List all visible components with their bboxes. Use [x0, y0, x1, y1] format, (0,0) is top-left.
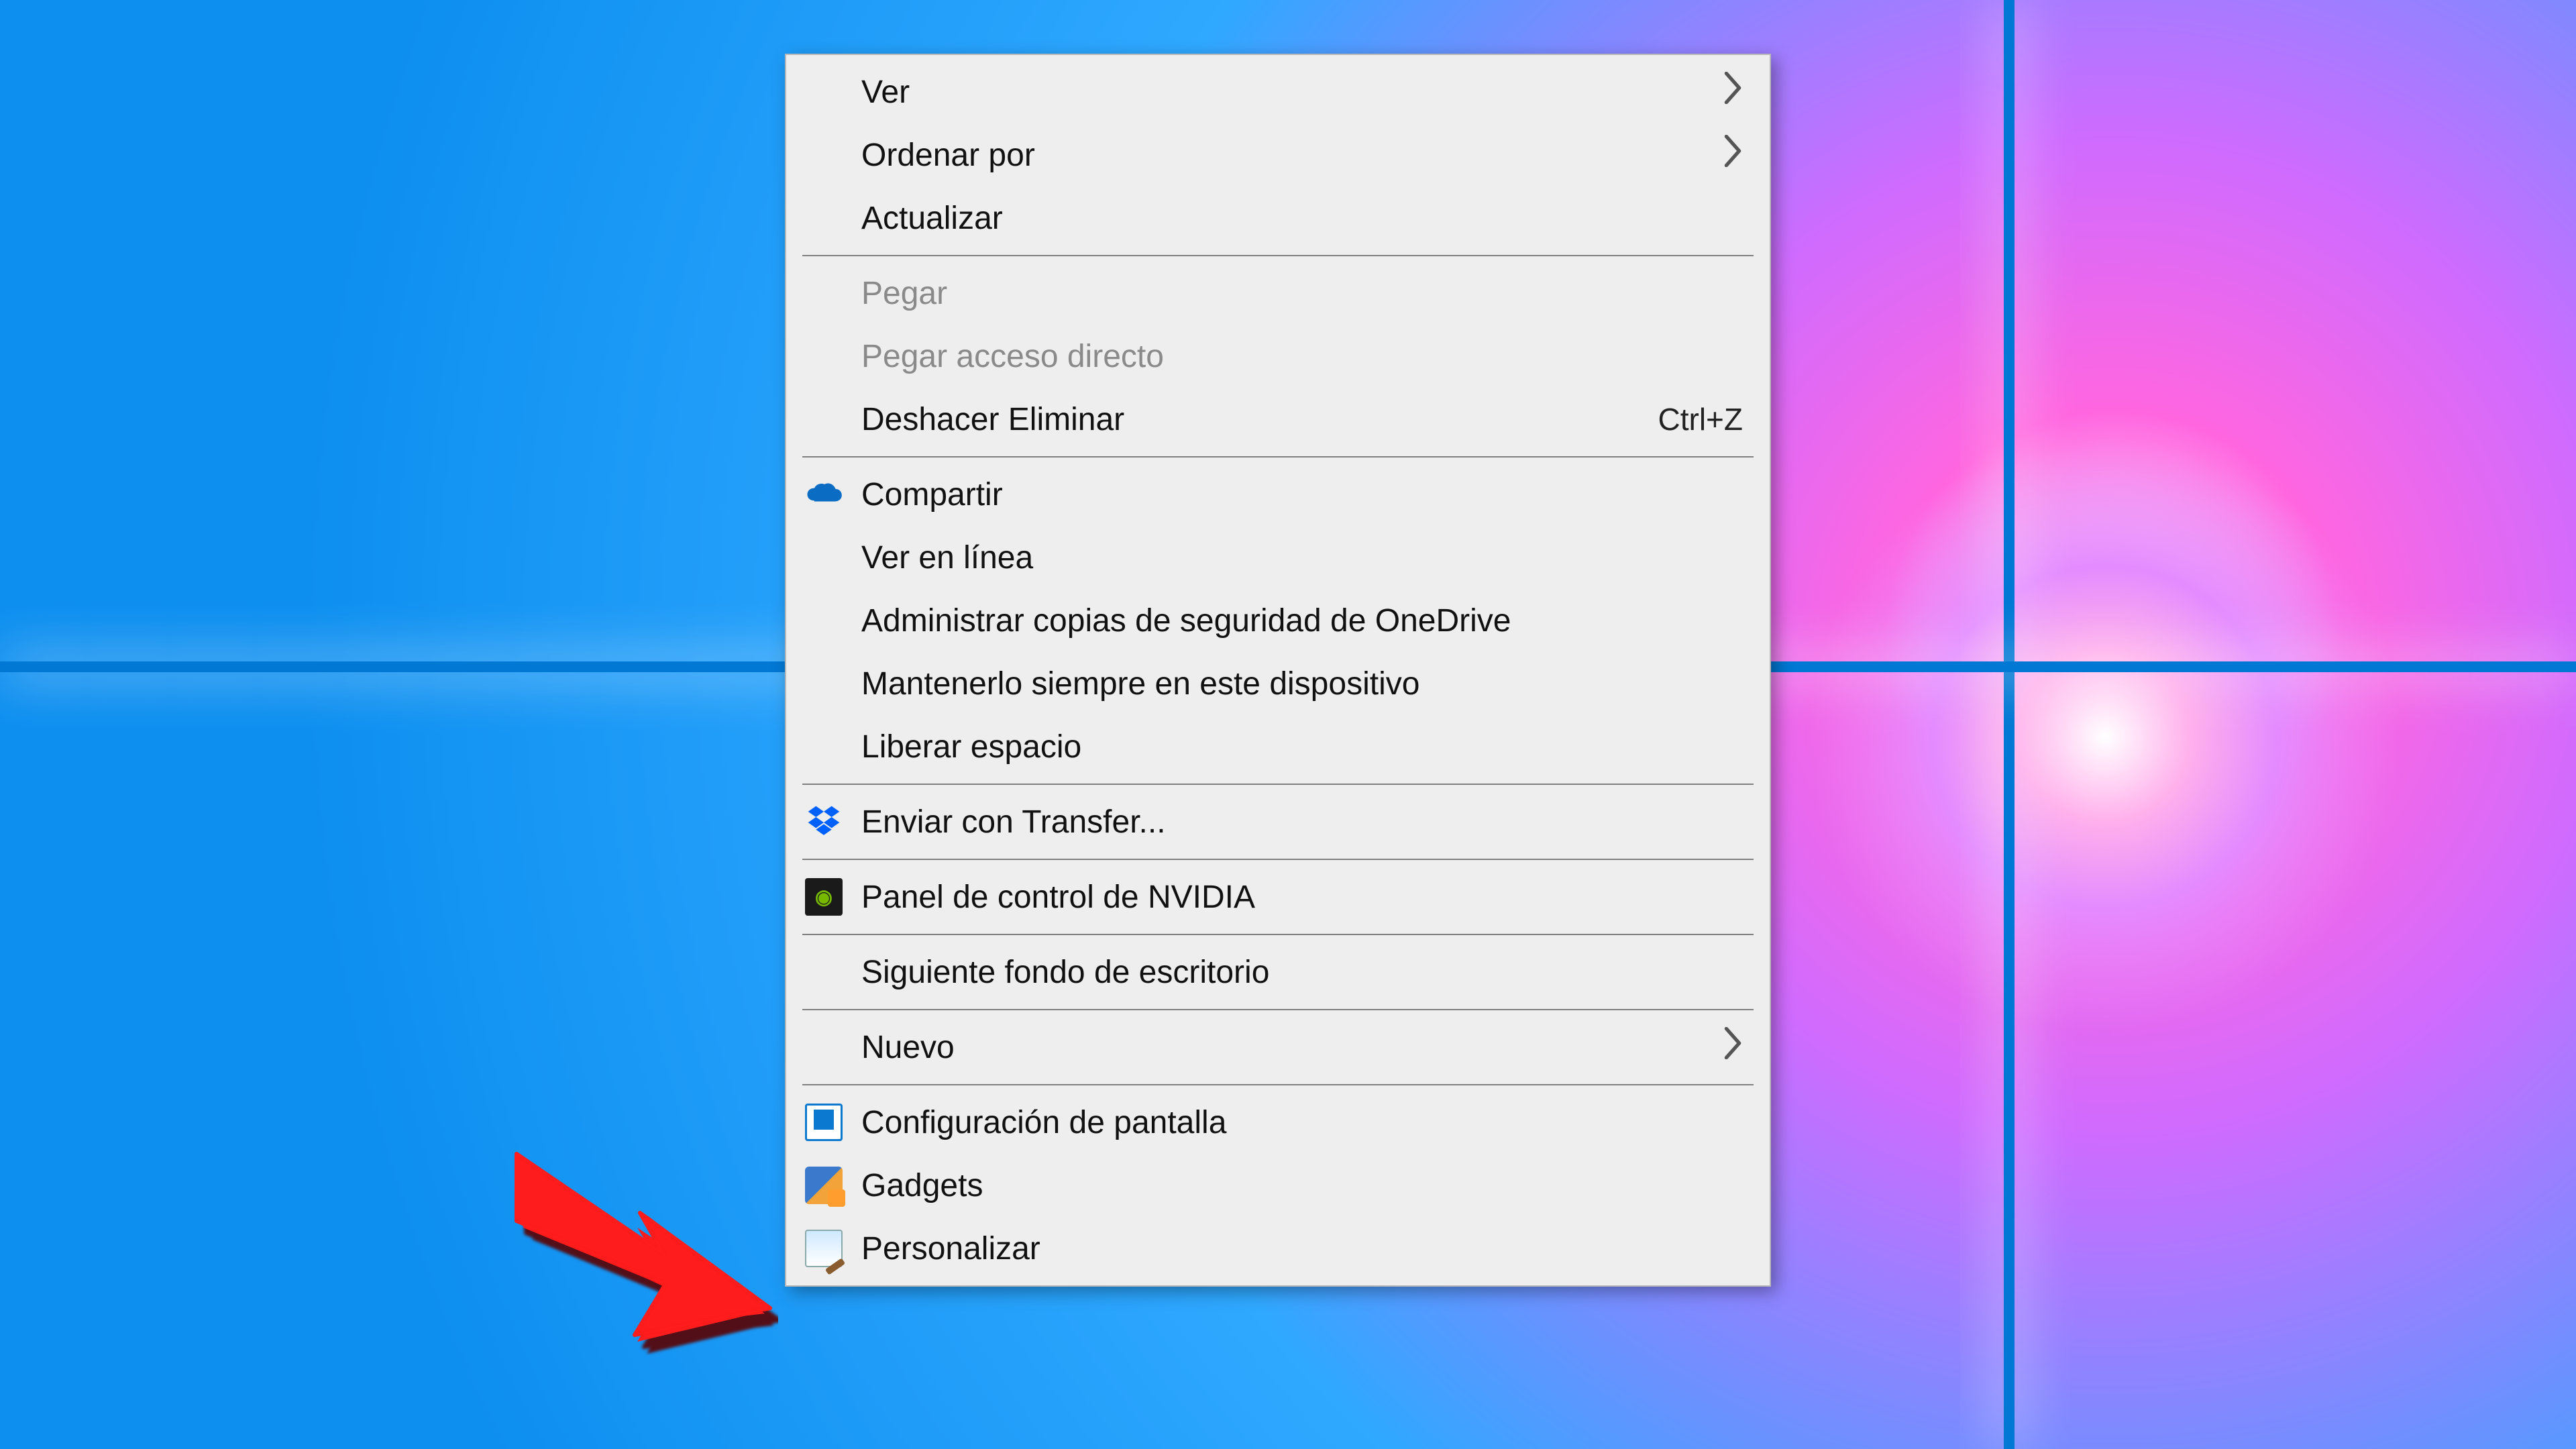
menu-item-label: Configuración de pantalla [861, 1104, 1743, 1141]
menu-item-label: Pegar acceso directo [861, 338, 1743, 375]
menu-item-label: Pegar [861, 275, 1743, 312]
menu-item-label: Mantenerlo siempre en este dispositivo [861, 665, 1743, 702]
menu-item-deshacer-eliminar[interactable]: Deshacer Eliminar Ctrl+Z [786, 388, 1770, 451]
display-settings-icon [805, 1104, 843, 1141]
chevron-right-icon [1723, 1027, 1743, 1067]
menu-item-pegar-acceso-directo: Pegar acceso directo [786, 325, 1770, 388]
menu-item-administrar-copias-onedrive[interactable]: Administrar copias de seguridad de OneDr… [786, 589, 1770, 652]
chevron-right-icon [1723, 72, 1743, 112]
menu-separator [802, 859, 1754, 860]
menu-item-label: Nuevo [861, 1029, 1723, 1066]
menu-item-label: Administrar copias de seguridad de OneDr… [861, 602, 1743, 639]
menu-item-siguiente-fondo[interactable]: Siguiente fondo de escritorio [786, 941, 1770, 1004]
menu-item-label: Personalizar [861, 1230, 1743, 1267]
nvidia-icon: ◉ [805, 878, 843, 916]
menu-item-label: Actualizar [861, 200, 1743, 237]
menu-item-enviar-con-transfer[interactable]: Enviar con Transfer... [786, 790, 1770, 853]
onedrive-icon [805, 476, 843, 513]
menu-separator [802, 1009, 1754, 1010]
menu-item-gadgets[interactable]: Gadgets [786, 1154, 1770, 1217]
menu-item-label: Enviar con Transfer... [861, 804, 1743, 841]
menu-item-shortcut: Ctrl+Z [1658, 401, 1743, 437]
menu-item-label: Siguiente fondo de escritorio [861, 954, 1743, 991]
menu-item-label: Deshacer Eliminar [861, 401, 1631, 438]
menu-item-pegar: Pegar [786, 262, 1770, 325]
menu-item-label: Panel de control de NVIDIA [861, 879, 1743, 916]
menu-item-label: Ordenar por [861, 137, 1723, 174]
menu-separator [802, 1084, 1754, 1085]
menu-item-ver[interactable]: Ver [786, 60, 1770, 123]
menu-item-compartir[interactable]: Compartir [786, 463, 1770, 526]
menu-separator [802, 456, 1754, 458]
menu-item-actualizar[interactable]: Actualizar [786, 186, 1770, 250]
menu-item-label: Ver en línea [861, 539, 1743, 576]
wallpaper-cross-vertical [2004, 0, 2015, 1449]
menu-item-label: Compartir [861, 476, 1743, 513]
menu-separator [802, 784, 1754, 785]
menu-item-configuracion-pantalla[interactable]: Configuración de pantalla [786, 1091, 1770, 1154]
gadgets-icon [805, 1167, 843, 1204]
menu-item-label: Liberar espacio [861, 729, 1743, 765]
menu-item-mantenerlo-dispositivo[interactable]: Mantenerlo siempre en este dispositivo [786, 652, 1770, 715]
wallpaper-glow [1803, 435, 2407, 1038]
dropbox-icon [805, 803, 843, 841]
menu-item-ver-en-linea[interactable]: Ver en línea [786, 526, 1770, 589]
chevron-right-icon [1723, 135, 1743, 175]
desktop-context-menu: Ver Ordenar por Actualizar Pegar Pegar a… [785, 54, 1771, 1287]
menu-separator [802, 255, 1754, 256]
menu-item-nvidia-panel[interactable]: ◉ Panel de control de NVIDIA [786, 865, 1770, 928]
menu-separator [802, 934, 1754, 935]
menu-item-liberar-espacio[interactable]: Liberar espacio [786, 715, 1770, 778]
menu-item-personalizar[interactable]: Personalizar [786, 1217, 1770, 1280]
menu-item-ordenar-por[interactable]: Ordenar por [786, 123, 1770, 186]
menu-item-label: Ver [861, 74, 1723, 111]
menu-item-nuevo[interactable]: Nuevo [786, 1016, 1770, 1079]
personalize-icon [805, 1230, 843, 1267]
menu-item-label: Gadgets [861, 1167, 1743, 1204]
